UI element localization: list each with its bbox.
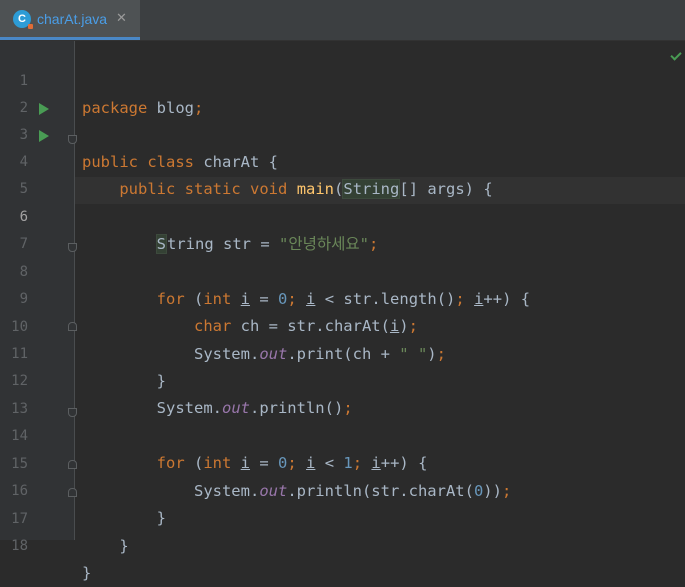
code-line[interactable]: 16 } — [0, 451, 685, 527]
code-line[interactable]: 15 System.out.println(str.charAt(0)); — [0, 424, 685, 500]
tab-charat-java[interactable]: C charAt.java ✕ — [0, 0, 140, 40]
code-line-current[interactable]: 6 String str = "안녕하세요"; — [0, 177, 685, 254]
line-number: 18 — [11, 538, 28, 554]
code-line[interactable]: 9 char ch = str.charAt(i); — [0, 259, 685, 335]
code-line[interactable]: 10 System.out.print(ch + " "); — [0, 287, 685, 363]
code-line[interactable]: 2 — [0, 68, 685, 116]
tab-label: charAt.java — [37, 10, 108, 27]
code-line[interactable]: 4 public static void main(String[] args)… — [0, 122, 685, 199]
code-line[interactable]: 14 for (int i = 0; i < 1; i++) { — [0, 396, 685, 472]
code-line[interactable]: 18 } — [0, 506, 685, 582]
java-class-icon: C — [13, 9, 33, 29]
editor-tab-bar: C charAt.java ✕ — [0, 0, 685, 41]
code-line[interactable]: 17 } — [0, 479, 685, 555]
close-icon[interactable]: ✕ — [116, 11, 127, 26]
code-line[interactable]: 5 — [0, 149, 685, 197]
code-line[interactable]: 12 System.out.println(); — [0, 341, 685, 417]
closing-brace: } — [82, 564, 92, 582]
code-line[interactable]: 11 } — [0, 314, 685, 390]
code-line[interactable]: 1 package blog; — [0, 41, 685, 117]
code-line[interactable]: 3 public class charAt { — [0, 95, 685, 171]
code-line[interactable]: 7 — [0, 204, 685, 252]
code-line[interactable]: 8 for (int i = 0; i < str.length(); i++)… — [0, 232, 685, 308]
code-line[interactable]: 13 — [0, 369, 685, 417]
